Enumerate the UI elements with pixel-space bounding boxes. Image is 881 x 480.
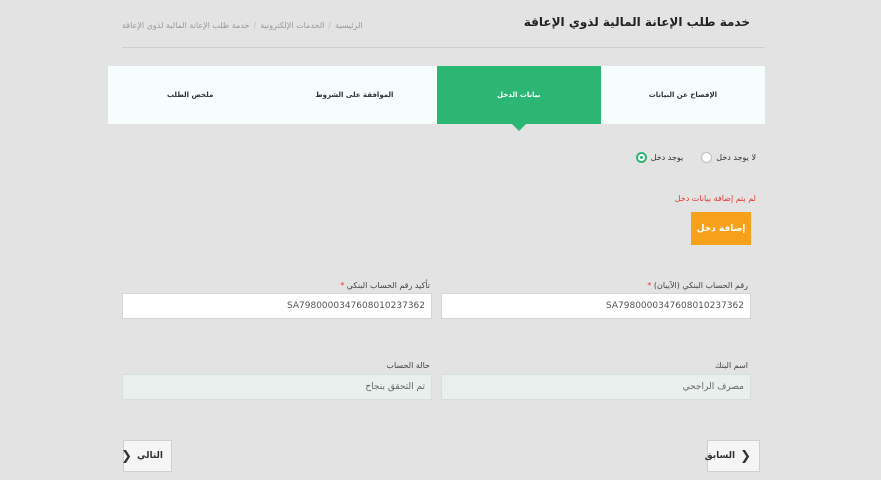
breadcrumb-current: خدمة طلب الإعانة المالية لذوي الإعاقة — [122, 21, 250, 30]
chevron-left-icon: ❮ — [740, 448, 751, 464]
breadcrumb-eservices[interactable]: الخدمات الإلكترونية — [260, 21, 324, 30]
add-income-button[interactable]: إضافة دخل — [691, 212, 751, 245]
step-disclosure[interactable]: الإفصاح عن البيانات — [600, 66, 765, 124]
breadcrumb: الرئيسية / الخدمات الإلكترونية / خدمة طل… — [122, 21, 363, 30]
breadcrumb-separator: / — [328, 21, 332, 30]
radio-label: يوجد دخل — [650, 153, 684, 162]
breadcrumb-separator: / — [253, 21, 257, 30]
radio-unchecked-icon[interactable] — [701, 152, 713, 163]
bank-name-label: اسم البنك — [714, 361, 748, 370]
confirm-iban-input[interactable]: SA7980000347608010237362 — [122, 293, 432, 319]
step-request-summary[interactable]: ملخص الطلب — [108, 66, 273, 124]
income-error-message: لم يتم إضافة بيانات دخل — [674, 194, 756, 203]
radio-checked-icon[interactable] — [635, 152, 647, 163]
header-divider — [122, 47, 765, 48]
radio-label: لا يوجد دخل — [716, 153, 756, 162]
iban-input[interactable]: SA7980000347608010237362 — [441, 293, 751, 319]
wizard-steps: الإفصاح عن البيانات بيانات الدخل الموافق… — [108, 66, 765, 131]
page-title: خدمة طلب الإعانة المالية لذوي الإعاقة — [523, 15, 750, 29]
income-radio-group: يوجد دخل لا يوجد دخل — [635, 152, 756, 163]
breadcrumb-home[interactable]: الرئيسية — [335, 21, 363, 30]
required-mark: * — [647, 281, 652, 290]
bank-name-field: مصرف الراجحي — [441, 374, 751, 400]
account-status-field: تم التحقق بنجاح — [122, 374, 432, 400]
chevron-left-icon: ❮ — [121, 448, 132, 464]
next-button[interactable]: التالي ❮ — [121, 440, 172, 472]
step-terms-agreement[interactable]: الموافقة على الشروط — [272, 66, 437, 124]
step-label: بيانات الدخل — [497, 91, 541, 99]
radio-has-income[interactable]: يوجد دخل — [635, 152, 684, 163]
step-label: الإفصاح عن البيانات — [648, 91, 718, 99]
account-status-label: حالة الحساب — [386, 361, 430, 370]
iban-label: رقم الحساب البنكي (الآيبان) * — [647, 281, 748, 290]
confirm-iban-label: تأكيد رقم الحساب البنكي * — [340, 281, 430, 290]
step-label: ملخص الطلب — [166, 91, 214, 99]
required-mark: * — [340, 281, 345, 290]
step-income-data[interactable]: بيانات الدخل — [436, 66, 601, 131]
radio-no-income[interactable]: لا يوجد دخل — [701, 152, 756, 163]
step-label: الموافقة على الشروط — [315, 91, 394, 99]
previous-button[interactable]: ❮ السابق — [705, 440, 760, 472]
